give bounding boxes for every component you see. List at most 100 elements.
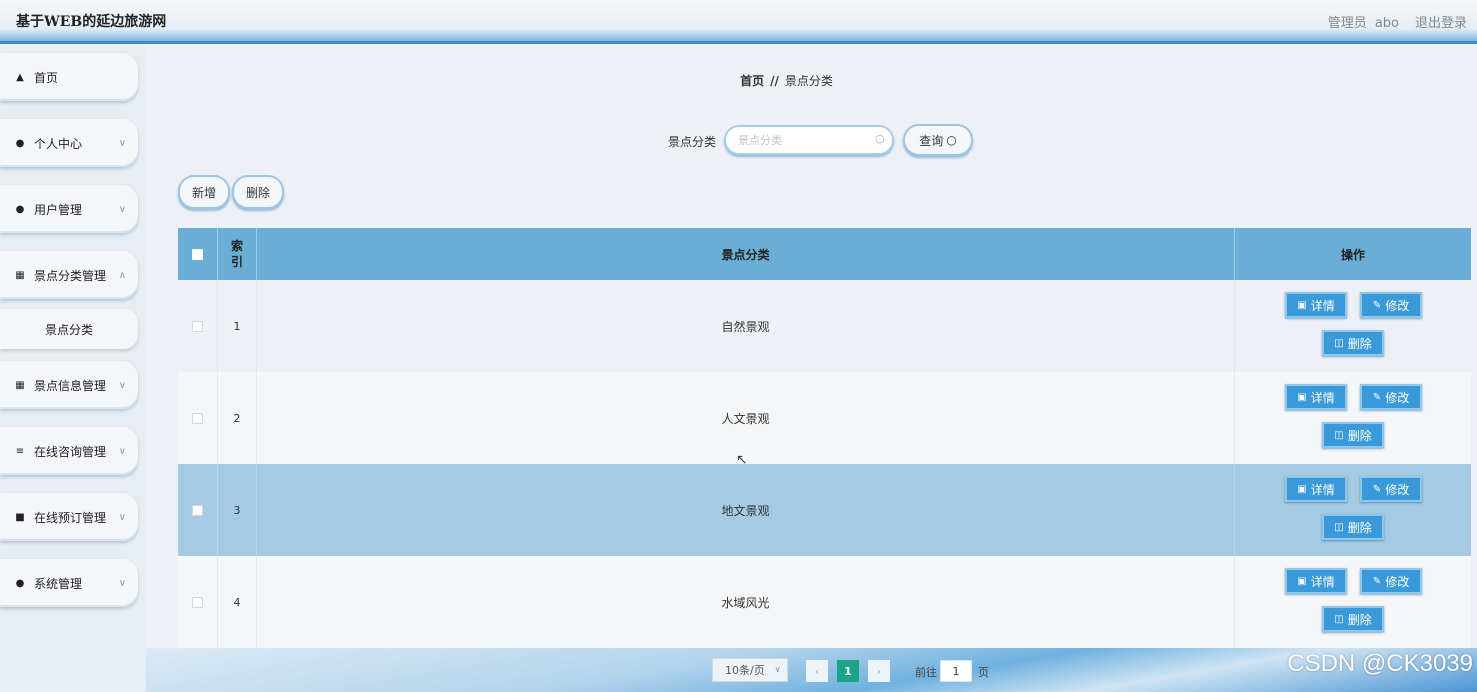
- pencil-icon: ✎: [1372, 299, 1382, 311]
- edit-button[interactable]: ✎ 修改: [1360, 384, 1422, 410]
- search-icon: ○: [875, 132, 885, 145]
- goto-page-input[interactable]: 1: [940, 660, 972, 682]
- logout-link[interactable]: 退出登录: [1415, 16, 1467, 31]
- goto-label: 前往: [915, 666, 937, 679]
- delete-button-label: 删除: [1347, 336, 1372, 351]
- table-header: 索引 景点分类 操作: [178, 228, 1471, 280]
- document-icon: ▣: [1297, 575, 1307, 587]
- main-content: 首页 // 景点分类 景点分类 ○ 查询 ○ 新增 删除 索引 景点分类 操作 1 …: [148, 47, 1477, 692]
- breadcrumb-home[interactable]: 首页: [740, 74, 764, 88]
- delete-button-label: 删除: [1347, 612, 1372, 627]
- chevron-down-icon: ∨: [118, 137, 126, 149]
- row-checkbox[interactable]: [192, 596, 203, 608]
- sidebar-subitem-label: 景点分类: [44, 322, 93, 337]
- sidebar-item-booking-management[interactable]: ■ 在线预订管理 ∨: [0, 493, 138, 541]
- query-button-label: 查询: [919, 133, 944, 148]
- page-suffix: 页: [978, 666, 989, 679]
- row-operations: ▣ 详情 ✎ 修改 ◫ 删除: [1234, 372, 1471, 464]
- row-name: 地文景观: [721, 503, 770, 518]
- sidebar-item-label: 景点分类管理: [34, 268, 107, 283]
- detail-button-label: 详情: [1310, 298, 1335, 313]
- detail-button-label: 详情: [1310, 390, 1335, 405]
- delete-button-label: 删除: [1347, 428, 1372, 443]
- header-name: 景点分类: [721, 247, 770, 262]
- detail-button[interactable]: ▣ 详情: [1285, 476, 1347, 502]
- edit-button[interactable]: ✎ 修改: [1360, 568, 1422, 594]
- header-operations: 操作: [1234, 228, 1471, 280]
- batch-delete-button-label: 删除: [245, 185, 270, 200]
- delete-button[interactable]: ◫ 删除: [1322, 330, 1384, 356]
- row-operations: ▣ 详情 ✎ 修改 ◫ 删除: [1234, 556, 1471, 648]
- row-checkbox[interactable]: [192, 504, 203, 516]
- sidebar-item-label: 用户管理: [34, 202, 83, 217]
- row-checkbox-cell: [178, 464, 217, 556]
- chevron-down-icon: ∨: [118, 577, 126, 589]
- row-name: 水域风光: [721, 595, 770, 610]
- prev-page-button[interactable]: ‹: [806, 660, 828, 682]
- pencil-icon: ✎: [1372, 391, 1382, 403]
- sidebar-item-label: 在线咨询管理: [34, 444, 107, 459]
- user-icon: ●: [15, 137, 25, 149]
- edit-button-label: 修改: [1385, 390, 1410, 405]
- batch-delete-button[interactable]: 删除: [232, 175, 284, 209]
- site-title: 基于WEB的延边旅游网: [16, 14, 167, 30]
- row-index: 1: [217, 280, 257, 372]
- page-size-value: 10条/页: [725, 664, 765, 677]
- sidebar-item-label: 个人中心: [34, 136, 83, 151]
- trash-icon: ◫: [1334, 613, 1344, 625]
- select-all-checkbox[interactable]: [192, 248, 203, 260]
- sidebar-item-home[interactable]: ▲ 首页: [0, 53, 138, 101]
- watermark: CSDN @CK3039: [1287, 650, 1473, 677]
- row-name: 人文景观: [721, 411, 770, 426]
- document-icon: ▣: [1297, 299, 1307, 311]
- table-row: 2 人文景观 ▣ 详情 ✎ 修改 ◫ 删除: [178, 372, 1471, 464]
- chevron-down-icon: ∨: [118, 379, 126, 391]
- delete-button[interactable]: ◫ 删除: [1322, 422, 1384, 448]
- edit-button-label: 修改: [1385, 482, 1410, 497]
- sidebar-item-spot-info-management[interactable]: ▦ 景点信息管理 ∨: [0, 361, 138, 409]
- query-button[interactable]: 查询 ○: [903, 124, 973, 156]
- sidebar-item-label: 在线预订管理: [34, 510, 107, 525]
- pagination: 10条/页 ∨ ‹ 1 › 前往 1 页: [0, 656, 1477, 684]
- sidebar: ▲ 首页 ● 个人中心 ∨ ● 用户管理 ∨ ▦ 景点分类管理 ∧ 景点分类 ▦…: [0, 47, 146, 692]
- document-icon: ▣: [1297, 483, 1307, 495]
- row-index: 2: [217, 372, 257, 464]
- next-page-button[interactable]: ›: [868, 660, 890, 682]
- row-checkbox[interactable]: [192, 320, 203, 332]
- row-checkbox-cell: [178, 280, 217, 372]
- search-label: 景点分类: [668, 135, 717, 149]
- row-operations: ▣ 详情 ✎ 修改 ◫ 删除: [1234, 464, 1471, 556]
- search-input[interactable]: [724, 125, 894, 155]
- sidebar-item-category-management[interactable]: ▦ 景点分类管理 ∧: [0, 251, 138, 299]
- breadcrumb: 首页 // 景点分类: [122, 72, 1451, 89]
- sidebar-item-consultation-management[interactable]: ≡ 在线咨询管理 ∨: [0, 427, 138, 475]
- row-checkbox[interactable]: [192, 412, 203, 424]
- detail-button[interactable]: ▣ 详情: [1285, 384, 1347, 410]
- breadcrumb-current: 景点分类: [784, 74, 833, 88]
- top-right-area: 管理员 abo 退出登录: [1312, 12, 1467, 31]
- edit-button[interactable]: ✎ 修改: [1360, 476, 1422, 502]
- edit-button[interactable]: ✎ 修改: [1360, 292, 1422, 318]
- mouse-cursor-icon: ↖: [736, 452, 748, 468]
- page-size-select[interactable]: 10条/页 ∨: [712, 658, 788, 682]
- document-icon: ▣: [1297, 391, 1307, 403]
- sliders-icon: ≡: [15, 445, 25, 457]
- chevron-down-icon: ∧: [118, 269, 126, 281]
- add-button[interactable]: 新增: [178, 175, 230, 209]
- sidebar-item-label: 景点信息管理: [34, 378, 107, 393]
- detail-button-label: 详情: [1310, 574, 1335, 589]
- detail-button[interactable]: ▣ 详情: [1285, 292, 1347, 318]
- page-button-current[interactable]: 1: [837, 660, 859, 682]
- row-name: 自然景观: [721, 319, 770, 334]
- home-icon: ▲: [16, 71, 24, 83]
- add-button-label: 新增: [191, 185, 216, 200]
- detail-button[interactable]: ▣ 详情: [1285, 568, 1347, 594]
- sidebar-subitem-category[interactable]: 景点分类: [0, 309, 138, 349]
- sidebar-item-system-management[interactable]: ● 系统管理 ∨: [0, 559, 138, 607]
- pin-icon: ●: [15, 577, 25, 589]
- delete-button[interactable]: ◫ 删除: [1322, 606, 1384, 632]
- delete-button[interactable]: ◫ 删除: [1322, 514, 1384, 540]
- header-checkbox-cell: [178, 228, 217, 280]
- sidebar-item-personal-center[interactable]: ● 个人中心 ∨: [0, 119, 138, 167]
- sidebar-item-user-management[interactable]: ● 用户管理 ∨: [0, 185, 138, 233]
